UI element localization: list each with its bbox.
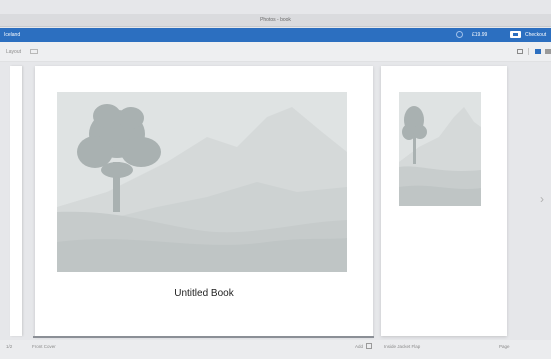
book-spine-shadow bbox=[33, 336, 374, 338]
app-header-bar: Iceland £19.99 Checkout bbox=[0, 28, 551, 42]
grid-view-icon[interactable] bbox=[545, 49, 551, 54]
toolbar: Layout bbox=[0, 42, 551, 62]
cart-icon[interactable] bbox=[510, 31, 521, 38]
window-title: Photos - book bbox=[260, 17, 291, 23]
layout-options-icon[interactable] bbox=[30, 49, 38, 54]
page-footer: 1/2 Front Cover Add Inside Jacket Flap P… bbox=[0, 340, 551, 359]
page-label: Page bbox=[499, 344, 510, 349]
inside-flap-page[interactable] bbox=[381, 66, 507, 336]
help-icon[interactable] bbox=[456, 31, 463, 38]
book-title[interactable]: Untitled Book bbox=[35, 288, 373, 299]
view-separator bbox=[528, 48, 529, 55]
cover-photo-placeholder[interactable] bbox=[57, 92, 347, 272]
spread-view-icon[interactable] bbox=[535, 49, 541, 54]
layout-menu[interactable]: Layout bbox=[6, 49, 21, 55]
book-cover-page[interactable]: Untitled Book bbox=[35, 66, 373, 336]
previous-page-edge[interactable] bbox=[10, 66, 22, 336]
flap-photo-placeholder[interactable] bbox=[399, 92, 481, 206]
page-indicator: 1/2 bbox=[6, 344, 13, 349]
window-titlebar: Photos - book bbox=[0, 14, 551, 27]
inside-flap-label: Inside Jacket Flap bbox=[384, 344, 421, 349]
project-name[interactable]: Iceland bbox=[4, 32, 20, 38]
single-page-view-icon[interactable] bbox=[517, 49, 523, 54]
price-label[interactable]: £19.99 bbox=[472, 32, 487, 38]
next-page-arrow-icon[interactable]: › bbox=[540, 192, 548, 206]
checkout-button[interactable]: Checkout bbox=[525, 32, 546, 38]
front-cover-label: Front Cover bbox=[32, 344, 56, 349]
add-page-icon[interactable] bbox=[366, 343, 372, 349]
add-page-label[interactable]: Add bbox=[355, 344, 363, 349]
